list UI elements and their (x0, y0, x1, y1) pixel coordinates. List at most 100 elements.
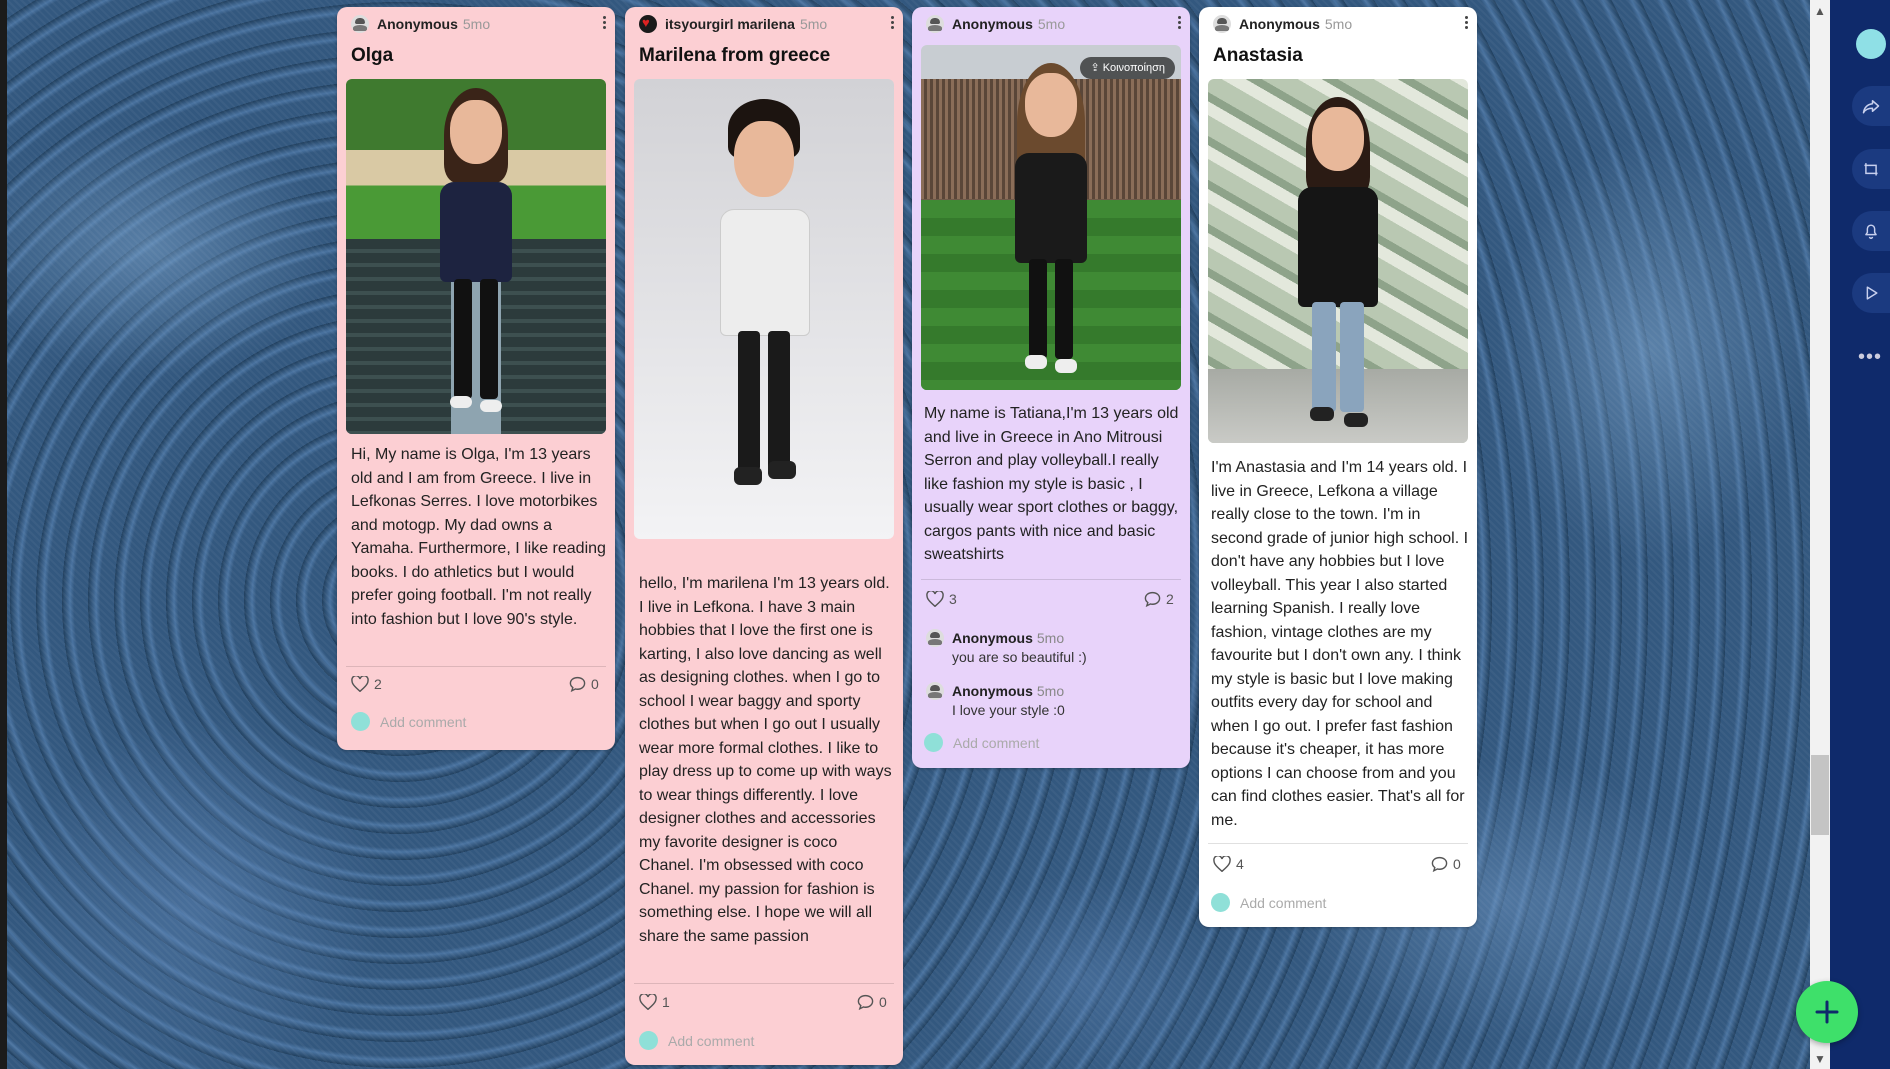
post-title: Anastasia (1213, 45, 1303, 66)
avatar (926, 629, 944, 647)
user-avatar (924, 733, 943, 752)
like-button[interactable]: 4 (1213, 856, 1244, 872)
post-image[interactable] (346, 79, 606, 434)
post-title: Marilena from greece (639, 45, 831, 66)
more-options-icon[interactable] (1465, 16, 1469, 32)
add-comment-placeholder: Add comment (953, 734, 1040, 751)
post-time: 5mo (799, 16, 828, 32)
post-time: 5mo (1037, 16, 1066, 32)
user-avatar (639, 1031, 658, 1050)
comment-author: Anonymous (952, 683, 1033, 699)
scroll-down-arrow[interactable]: ▼ (1810, 1050, 1830, 1068)
scrollbar[interactable] (1810, 0, 1830, 1069)
post-header: Anonymous 5mo (912, 7, 1190, 41)
slideshow-icon (1866, 286, 1878, 300)
heart-icon (1213, 856, 1231, 872)
post-title: Olga (351, 45, 394, 66)
share-label: Κοινοποίηση (1102, 62, 1165, 74)
comment-button[interactable]: 0 (1431, 856, 1461, 872)
post-time: 5mo (1324, 16, 1353, 32)
user-avatar (351, 712, 370, 731)
comment-text: I love your style :0 (952, 702, 1065, 718)
like-button[interactable]: 3 (926, 591, 957, 607)
post-body: hello, I'm marilena I'm 13 years old. I … (639, 575, 892, 945)
add-comment-field[interactable]: Add comment (1211, 893, 1326, 912)
add-comment-field[interactable]: Add comment (639, 1031, 754, 1050)
post-header: Anonymous 5mo (1199, 7, 1477, 41)
avatar (1213, 15, 1231, 33)
comment-time: 5mo (1036, 630, 1065, 646)
denim-wallpaper (0, 0, 1810, 1069)
comment-button[interactable]: 0 (857, 994, 887, 1010)
more-options-icon[interactable] (891, 16, 895, 32)
avatar-figure (426, 84, 526, 424)
like-count: 1 (662, 994, 670, 1010)
comment-time: 5mo (1036, 683, 1065, 699)
add-comment-placeholder: Add comment (380, 713, 467, 730)
avatar (926, 15, 944, 33)
scrollbar-thumb[interactable] (1811, 755, 1829, 835)
post-card-marilena[interactable]: itsyourgirl marilena 5mo Marilena from g… (625, 7, 903, 1065)
add-comment-placeholder: Add comment (1240, 894, 1327, 911)
avatar (926, 682, 944, 700)
user-avatar[interactable] (1856, 29, 1886, 59)
like-count: 4 (1236, 856, 1244, 872)
post-card-anastasia[interactable]: Anonymous 5mo Anastasia I'm Anastasia an… (1199, 7, 1477, 927)
avatar (351, 15, 369, 33)
like-count: 2 (374, 676, 382, 692)
bell-icon (1865, 224, 1877, 239)
comment-button[interactable]: 2 (1144, 591, 1174, 607)
scroll-up-arrow[interactable]: ▲ (1810, 2, 1830, 20)
add-comment-field[interactable]: Add comment (924, 733, 1039, 752)
post-image[interactable]: ⇪ Κοινοποίηση (921, 45, 1181, 390)
comment-count: 2 (1166, 591, 1174, 607)
post-body: Hi, My name is Olga, I'm 13 years old an… (351, 446, 606, 628)
divider (346, 666, 606, 667)
comment-item: Anonymous 5mo you are so beautiful :) (926, 629, 1087, 665)
more-icon[interactable]: ••• (1858, 346, 1882, 369)
comment-icon (1431, 856, 1448, 872)
like-button[interactable]: 2 (351, 676, 382, 692)
remake-icon (1864, 163, 1878, 176)
comment-count: 0 (1453, 856, 1461, 872)
post-author: itsyourgirl marilena (665, 16, 795, 32)
avatar (639, 15, 657, 33)
post-author: Anonymous (1239, 16, 1320, 32)
more-options-icon[interactable] (1178, 16, 1182, 32)
plus-icon (1815, 1000, 1839, 1024)
add-comment-field[interactable]: Add comment (351, 712, 466, 731)
add-post-button[interactable] (1796, 981, 1858, 1043)
heart-icon (351, 676, 369, 692)
avatar-figure (1001, 63, 1101, 383)
slideshow-button[interactable] (1852, 273, 1890, 313)
notifications-button[interactable] (1852, 211, 1890, 251)
post-image[interactable] (1208, 79, 1468, 443)
user-avatar (1211, 893, 1230, 912)
comment-icon (1144, 591, 1161, 607)
post-body: I'm Anastasia and I'm 14 years old. I li… (1211, 459, 1469, 829)
more-options-icon[interactable] (603, 16, 607, 32)
post-card-olga[interactable]: Anonymous 5mo Olga Hi, My name is Olga, … (337, 7, 615, 750)
remake-button[interactable] (1852, 149, 1890, 189)
avatar-figure (714, 99, 814, 519)
comment-icon (857, 994, 874, 1010)
post-author: Anonymous (952, 16, 1033, 32)
comment-button[interactable]: 0 (569, 676, 599, 692)
post-card-tatiana[interactable]: Anonymous 5mo ⇪ Κοινοποίηση My name is T… (912, 7, 1190, 768)
post-image[interactable] (634, 79, 894, 539)
share-button[interactable] (1852, 86, 1890, 126)
comment-text: you are so beautiful :) (952, 649, 1087, 665)
comment-icon (569, 676, 586, 692)
heart-icon (926, 591, 944, 607)
heart-icon (639, 994, 657, 1010)
comment-item: Anonymous 5mo I love your style :0 (926, 682, 1065, 718)
post-body: My name is Tatiana,I'm 13 years old and … (924, 405, 1179, 563)
post-author: Anonymous (377, 16, 458, 32)
add-comment-placeholder: Add comment (668, 1032, 755, 1049)
post-time: 5mo (462, 16, 491, 32)
like-button[interactable]: 1 (639, 994, 670, 1010)
comment-count: 0 (591, 676, 599, 692)
like-count: 3 (949, 591, 957, 607)
window-edge (0, 0, 7, 1069)
post-header: itsyourgirl marilena 5mo (625, 7, 903, 41)
